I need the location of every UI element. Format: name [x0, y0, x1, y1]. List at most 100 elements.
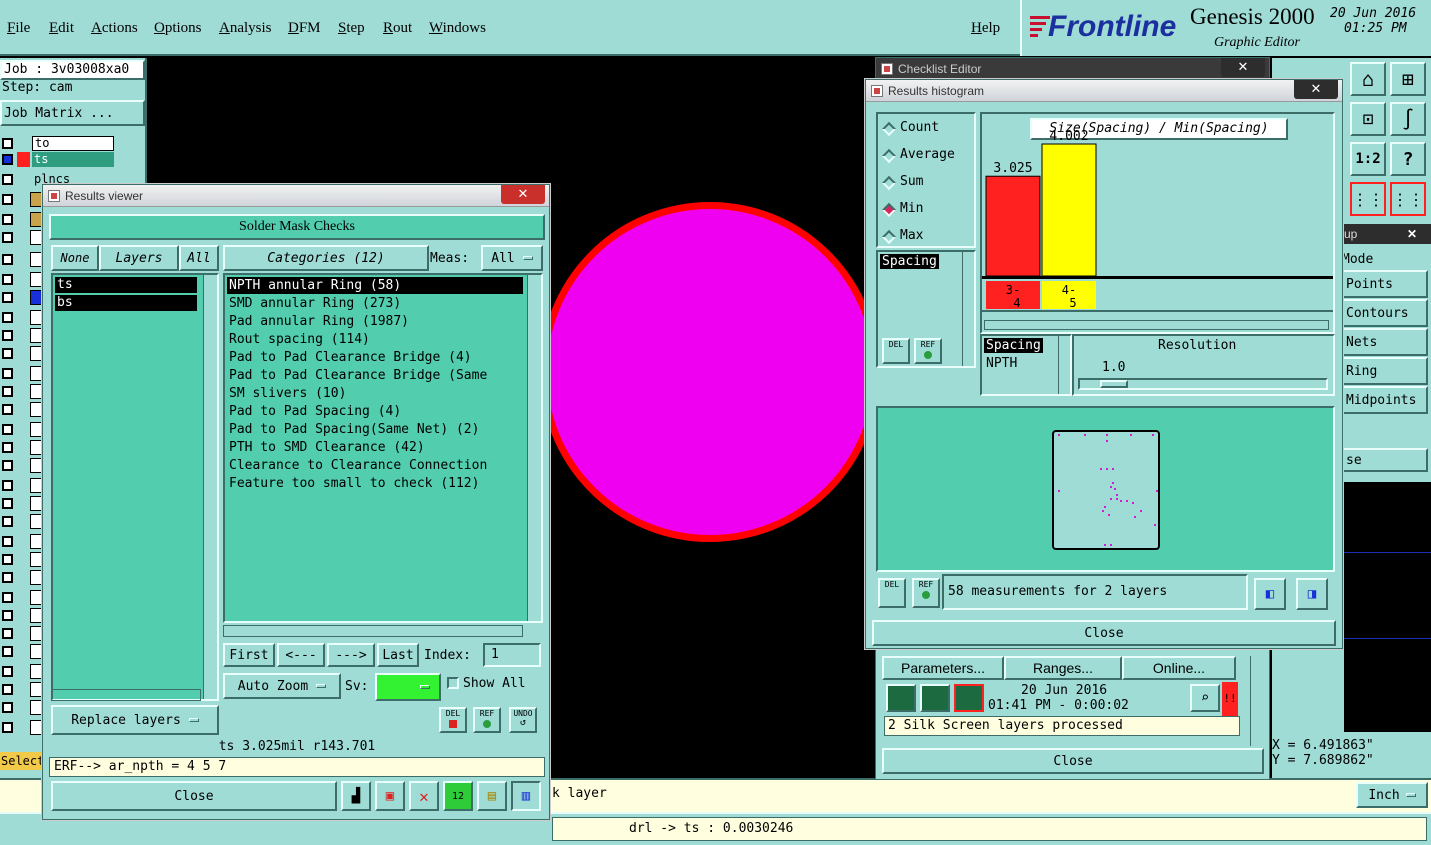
job-matrix-button[interactable]: Job Matrix ...	[0, 100, 145, 126]
units-dropdown[interactable]: Inch	[1356, 782, 1428, 808]
menu-help[interactable]: Help	[971, 20, 1000, 37]
last-button[interactable]: Last	[377, 643, 419, 667]
layer-checkbox[interactable]	[2, 404, 13, 415]
window-icon[interactable]: ⊞	[1390, 62, 1426, 96]
layer-checkbox[interactable]	[2, 516, 13, 527]
all-layers-button[interactable]: All	[179, 245, 219, 271]
layer-checkbox[interactable]	[2, 684, 13, 695]
del-button[interactable]: DEL	[882, 338, 910, 364]
category-item[interactable]: Pad to Pad Clearance Bridge (4)	[227, 349, 523, 366]
ranges-button[interactable]: Ranges...	[1004, 656, 1122, 680]
layer-row-stub[interactable]	[30, 290, 42, 305]
layer-row-stub[interactable]	[30, 590, 42, 605]
layer-checkbox[interactable]	[2, 702, 13, 713]
layer-row-stub[interactable]	[30, 384, 42, 399]
layer-checkbox[interactable]	[2, 174, 13, 185]
graph-tool-icon[interactable]: ▟	[341, 781, 371, 811]
layer-row-stub[interactable]	[30, 664, 42, 679]
first-button[interactable]: First	[223, 643, 275, 667]
layer-row-stub[interactable]	[30, 534, 42, 549]
layer-row-stub[interactable]	[30, 552, 42, 567]
close-fragment-button[interactable]: se	[1342, 448, 1428, 472]
layer-checkbox[interactable]	[2, 232, 13, 243]
layer-row-stub[interactable]	[30, 570, 42, 585]
npth-label[interactable]: NPTH	[986, 356, 1017, 371]
layer-checkbox[interactable]	[2, 254, 13, 265]
undo-button[interactable]: UNDO ↺	[509, 707, 537, 733]
menu-file[interactable]: File	[7, 20, 30, 37]
ref-button[interactable]: REF	[473, 707, 501, 733]
layer-row-stub[interactable]	[30, 608, 42, 623]
checklist-close-icon[interactable]: ✕	[1221, 58, 1265, 77]
histogram-tool-icon[interactable]: ▥	[511, 781, 541, 811]
home-icon[interactable]: ⌂	[1350, 62, 1386, 96]
mode-item-midpoints[interactable]: Midpoints	[1342, 386, 1428, 414]
zoom-icon[interactable]: ⌕	[1190, 684, 1220, 712]
histogram-bar[interactable]	[1041, 143, 1097, 277]
layer-row-stub[interactable]	[30, 346, 42, 361]
layers-hscroll[interactable]	[51, 689, 201, 701]
layer-row-to[interactable]: to	[32, 136, 114, 151]
layer-row-stub[interactable]	[30, 700, 42, 715]
category-item[interactable]: Clearance to Clearance Connection	[227, 457, 523, 474]
layer-row-stub[interactable]	[30, 496, 42, 511]
stat-option-radio[interactable]	[881, 175, 897, 191]
spacing-label[interactable]: Spacing	[984, 338, 1043, 353]
stat-option-average[interactable]: Average	[900, 147, 955, 162]
run-icon[interactable]	[886, 684, 916, 712]
menu-dfm[interactable]: DFM	[288, 20, 321, 37]
ref-button[interactable]: REF	[912, 578, 940, 608]
layer-row-stub[interactable]	[30, 422, 42, 437]
layer-checkbox[interactable]	[2, 368, 13, 379]
layer-checkbox[interactable]	[2, 386, 13, 397]
measure-list-item[interactable]: Spacing	[880, 254, 939, 269]
clear-tool-icon[interactable]: ✕	[409, 781, 439, 811]
stat-option-radio[interactable]	[881, 229, 897, 245]
layer-row-stub[interactable]	[30, 230, 42, 245]
category-item[interactable]: SM slivers (10)	[227, 385, 523, 402]
results-viewer-close-icon[interactable]: ✕	[501, 185, 545, 204]
help-icon[interactable]: ?	[1390, 142, 1426, 176]
mode-item-nets[interactable]: Nets	[1342, 328, 1428, 356]
layer-row-ts[interactable]: ts	[32, 152, 114, 167]
layer-checkbox[interactable]	[2, 480, 13, 491]
layer-checkbox[interactable]	[2, 592, 13, 603]
menu-analysis[interactable]: Analysis	[219, 20, 272, 37]
layer-row-stub[interactable]	[30, 682, 42, 697]
layer-row-stub[interactable]	[30, 272, 42, 287]
measure-list-scrollbar[interactable]	[962, 252, 974, 366]
menu-actions[interactable]: Actions	[91, 20, 138, 37]
layer-row-stub[interactable]	[30, 192, 42, 207]
mode-item-contours[interactable]: Contours	[1342, 299, 1428, 327]
layer-checkbox[interactable]	[2, 572, 13, 583]
net-icon[interactable]: ⋮⋮	[1390, 182, 1426, 216]
layer-list-item[interactable]: bs	[55, 295, 197, 311]
layer-checkbox[interactable]	[2, 292, 13, 303]
stat-option-radio[interactable]	[881, 202, 897, 218]
layer-checkbox[interactable]	[2, 498, 13, 509]
scale-icon[interactable]: 1:2	[1350, 142, 1386, 176]
del-button[interactable]: DEL	[878, 578, 906, 608]
layer-checkbox[interactable]	[2, 536, 13, 547]
layer-row-stub[interactable]	[30, 328, 42, 343]
category-item[interactable]: Pad annular Ring (1987)	[227, 313, 523, 330]
category-item[interactable]: PTH to SMD Clearance (42)	[227, 439, 523, 456]
layers-scrollbar[interactable]	[203, 275, 217, 699]
frame-icon[interactable]: ⊡	[1350, 102, 1386, 136]
category-item[interactable]: Pad to Pad Spacing(Same Net) (2)	[227, 421, 523, 438]
layer-checkbox[interactable]	[2, 610, 13, 621]
mode-item-ring[interactable]: Ring	[1342, 357, 1428, 385]
show-all-checkbox[interactable]	[447, 677, 459, 689]
layer-checkbox[interactable]	[2, 194, 13, 205]
replace-layers-dropdown[interactable]: Replace layers	[51, 705, 219, 735]
report-tool-icon[interactable]: ▤	[477, 781, 507, 811]
chart-hscroll[interactable]	[984, 320, 1329, 330]
category-item[interactable]: SMD annular Ring (273)	[227, 295, 523, 312]
auto-zoom-dropdown[interactable]: Auto Zoom	[223, 673, 341, 699]
ref-button[interactable]: REF	[914, 338, 942, 364]
stat-option-count[interactable]: Count	[900, 120, 939, 135]
menu-step[interactable]: Step	[338, 20, 365, 37]
spacing-scrollbar[interactable]	[1058, 336, 1070, 394]
layer-row-stub[interactable]	[30, 212, 42, 227]
run-icon[interactable]	[920, 684, 950, 712]
